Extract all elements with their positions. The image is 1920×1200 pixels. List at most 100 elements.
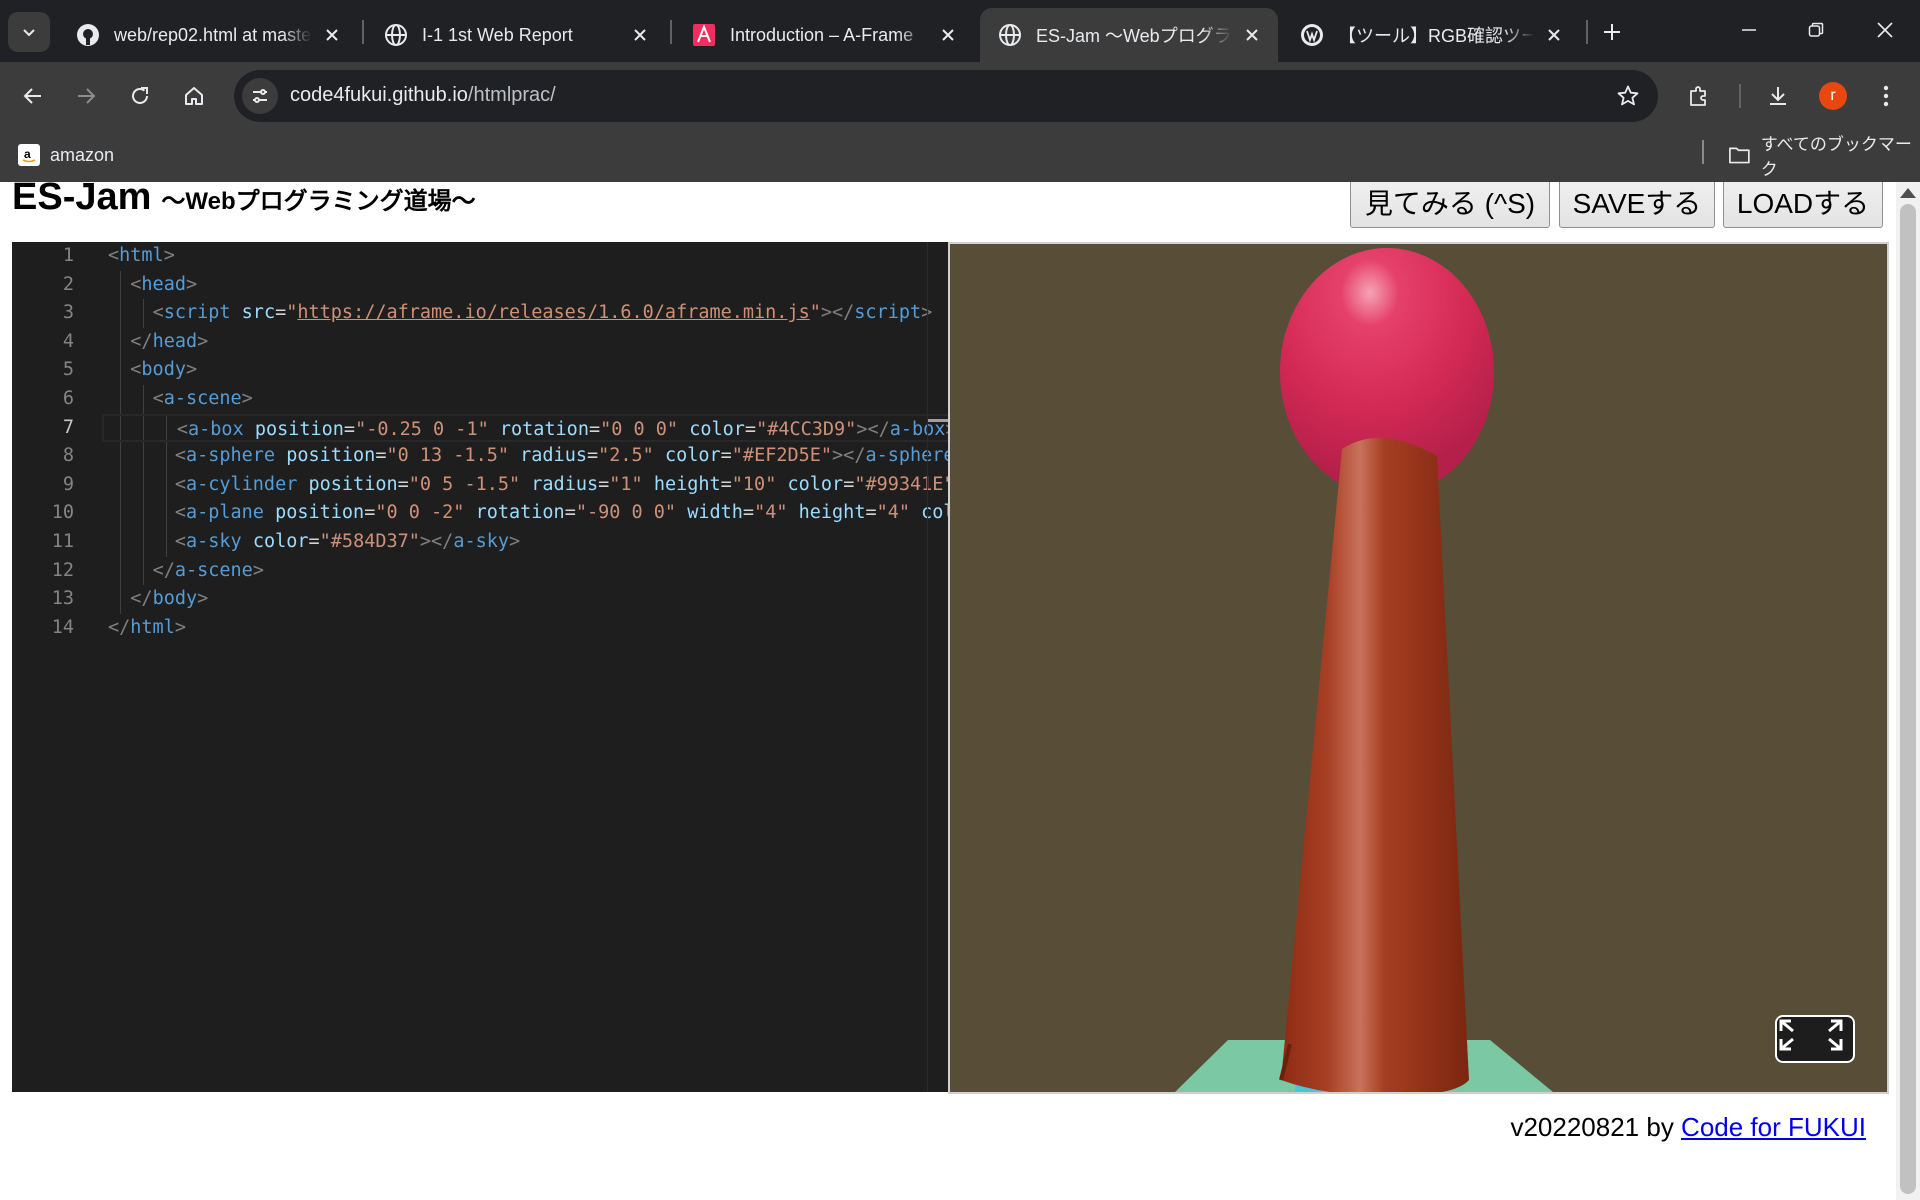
amazon-icon: a [18, 144, 40, 166]
address-bar[interactable]: code4fukui.github.io/htmlprac/ [234, 70, 1658, 122]
fullscreen-vr-button[interactable] [1775, 1015, 1855, 1063]
extensions-button[interactable] [1679, 76, 1719, 116]
globe-icon [998, 23, 1022, 47]
avatar: r [1819, 82, 1847, 110]
menu-button[interactable] [1866, 76, 1906, 116]
close-window-button[interactable] [1862, 12, 1908, 48]
code-line: </html> [108, 616, 186, 638]
code-line: <a-sky color="#584D37"></a-sky> [174, 531, 521, 552]
load-button[interactable]: LOADする [1723, 182, 1883, 228]
app-subtitle: 〜Webプログラミング道場〜 [161, 188, 476, 215]
aframe-icon [692, 23, 716, 47]
code-line: </head> [130, 330, 209, 352]
line-number: 12 [51, 559, 74, 581]
new-tab-button[interactable] [1596, 16, 1628, 48]
tune-icon [253, 89, 267, 103]
line-number: 5 [62, 359, 74, 381]
bookmarks-bar: a amazon すべてのブックマーク [0, 128, 1920, 182]
cylinder-shape [1281, 438, 1469, 1092]
tab-strip: web/rep02.html at master · I-1 1st Web R… [0, 0, 1920, 62]
line-number-gutter: 1 2 3 4 5 6 7 8 9 10 11 12 13 14 [12, 242, 74, 1092]
scene-preview[interactable] [948, 242, 1889, 1094]
restore-button[interactable] [1793, 12, 1839, 48]
tab-github[interactable]: web/rep02.html at master · [58, 8, 358, 62]
line-number: 10 [51, 502, 74, 524]
version-text: v20220821 by [1510, 1112, 1682, 1142]
reload-button[interactable] [120, 76, 160, 116]
close-icon[interactable] [1542, 23, 1566, 47]
code-line: <head> [130, 273, 198, 295]
close-icon[interactable] [628, 23, 652, 47]
plus-icon [1604, 24, 1620, 40]
chevron-down-icon [23, 29, 35, 37]
tab-es-jam[interactable]: ES-Jam 〜Webプログラミング道場〜 [980, 8, 1278, 62]
close-icon[interactable] [320, 23, 344, 47]
scroll-up-arrow-icon[interactable] [1900, 188, 1916, 198]
bookmark-label: amazon [50, 144, 115, 165]
save-button[interactable]: SAVEする [1559, 182, 1715, 228]
footer: v20220821 by Code for FUKUI [1510, 1112, 1866, 1143]
arrow-left-icon [23, 88, 41, 104]
minimize-button[interactable] [1726, 12, 1772, 48]
scene-render [1175, 248, 1553, 1092]
line-number: 4 [62, 330, 74, 352]
line-number: 2 [62, 273, 74, 295]
scroll-thumb[interactable] [1900, 204, 1916, 1194]
code-line: <a-plane position="0 0 -2" rotation="-90… [174, 502, 948, 524]
site-info-button[interactable] [242, 78, 278, 114]
code-line-current: <a-box position="-0.25 0 -1" rotation="0… [102, 413, 948, 443]
line-number: 11 [51, 531, 74, 552]
code-line: <script src="https://aframe.io/releases/… [152, 302, 933, 324]
github-icon [76, 23, 100, 47]
page-content: ES-Jam 〜Webプログラミング道場〜 見てみる (^S) SAVEする LO… [0, 182, 1896, 1200]
puzzle-icon [1690, 86, 1706, 106]
line-number: 1 [62, 245, 74, 266]
editor-scrollbar-track[interactable] [927, 242, 928, 1092]
downloads-button[interactable] [1758, 76, 1798, 116]
line-number: 9 [62, 473, 74, 495]
close-icon[interactable] [936, 23, 960, 47]
code-for-fukui-link[interactable]: Code for FUKUI [1681, 1112, 1866, 1142]
run-button[interactable]: 見てみる (^S) [1350, 182, 1550, 228]
code-area[interactable]: <html> <head> <script src="https://afram… [102, 242, 948, 1092]
url-text: code4fukui.github.io/htmlprac/ [290, 84, 556, 107]
restore-icon [1808, 22, 1824, 37]
bookmark-star-button[interactable] [1612, 80, 1644, 112]
download-icon [1770, 87, 1786, 105]
tab-search-button[interactable] [8, 12, 50, 52]
tab-title: ES-Jam 〜Webプログラミング道場〜 [1036, 26, 1232, 46]
url-host: code4fukui.github.io [290, 84, 468, 106]
line-number: 3 [62, 302, 74, 324]
code-line: <a-sphere position="0 13 -1.5" radius="2… [174, 445, 948, 467]
editor-scroll-thumb[interactable] [928, 419, 948, 422]
bookmark-amazon[interactable]: a amazon [18, 140, 114, 170]
all-bookmarks-label: すべてのブックマーク [1760, 135, 1912, 179]
code-line: <html> [108, 245, 175, 266]
page-scrollbar[interactable] [1896, 182, 1920, 1200]
tab-aframe-intro[interactable]: Introduction – A-Frame [674, 8, 974, 62]
svg-text:a: a [24, 147, 31, 161]
browser-toolbar: code4fukui.github.io/htmlprac/ r [0, 62, 1920, 128]
toolbar-divider [1739, 84, 1741, 108]
code-editor[interactable]: 1 2 3 4 5 6 7 8 9 10 11 12 13 14 <html> … [12, 242, 948, 1092]
all-bookmarks-button[interactable]: すべてのブックマーク [1728, 135, 1920, 179]
line-number-current: 7 [62, 416, 74, 438]
back-button[interactable] [13, 76, 53, 116]
wordpress-icon [1300, 23, 1324, 47]
code-line: <a-cylinder position="0 5 -1.5" radius="… [174, 473, 948, 495]
close-icon [1877, 22, 1893, 38]
arrow-right-icon [78, 88, 96, 104]
line-number: 8 [62, 445, 74, 467]
page-title: ES-Jam 〜Webプログラミング道場〜 [12, 182, 476, 219]
close-icon[interactable] [1240, 23, 1264, 47]
reload-icon [132, 87, 148, 104]
forward-button[interactable] [66, 76, 106, 116]
tab-web-report[interactable]: I-1 1st Web Report [366, 8, 666, 62]
fullscreen-icon [1779, 1019, 1843, 1051]
profile-button[interactable]: r [1813, 76, 1853, 116]
url-path: /htmlprac/ [467, 84, 556, 106]
tab-rgb-tool[interactable]: 【ツール】RGB確認ツール – N [1282, 8, 1580, 62]
line-number: 14 [51, 616, 74, 638]
home-button[interactable] [174, 76, 214, 116]
tab-title: I-1 1st Web Report [422, 24, 573, 45]
